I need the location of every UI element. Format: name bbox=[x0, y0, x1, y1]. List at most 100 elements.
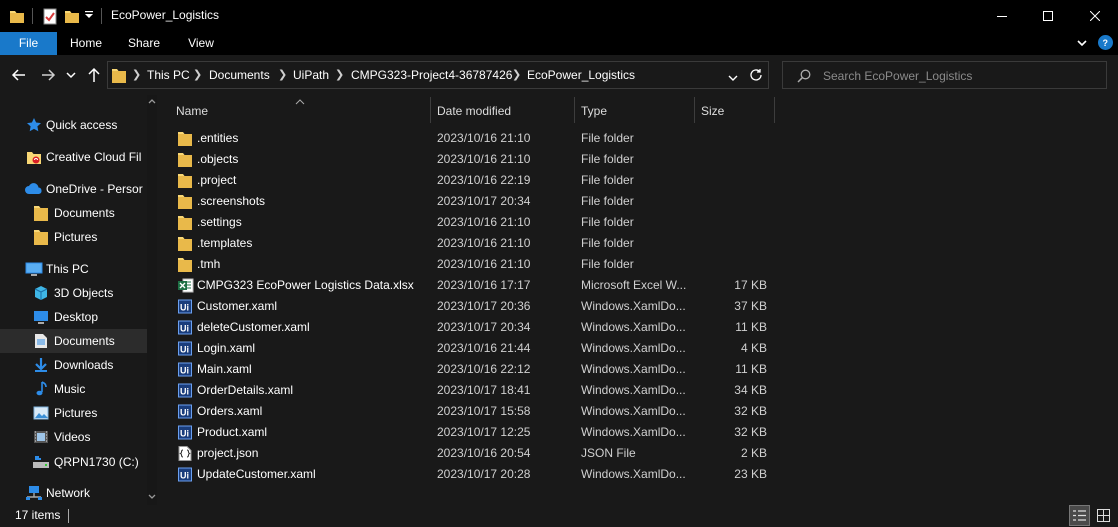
tab-share[interactable]: Share bbox=[115, 32, 173, 55]
customize-quick-access-icon[interactable] bbox=[84, 9, 94, 27]
sidebar-item-videos[interactable]: Videos bbox=[0, 425, 157, 449]
sidebar-item-label: Documents bbox=[54, 334, 115, 348]
file-type: Windows.XamlDo... bbox=[581, 467, 686, 481]
close-button[interactable] bbox=[1072, 0, 1118, 32]
chevron-right-icon[interactable]: ❯ bbox=[335, 68, 344, 81]
file-row[interactable]: Ui UpdateCustomer.xaml 2023/10/17 20:28 Win… bbox=[168, 464, 776, 485]
search-icon bbox=[797, 69, 811, 86]
file-type: Microsoft Excel W... bbox=[581, 278, 687, 292]
file-row[interactable]: Ui Product.xaml 2023/10/17 12:25 Windows.Xa… bbox=[168, 422, 776, 443]
sidebar-item-music[interactable]: Music bbox=[0, 377, 157, 401]
file-row[interactable]: .tmh 2023/10/16 21:10 File folder bbox=[168, 254, 776, 275]
uipath-icon: Ui bbox=[178, 299, 192, 314]
tab-file[interactable]: File bbox=[0, 32, 57, 55]
refresh-icon[interactable] bbox=[749, 68, 763, 85]
sidebar-item-label: Creative Cloud Fil bbox=[46, 150, 142, 164]
sidebar-item-quick-access[interactable]: Quick access bbox=[0, 113, 157, 137]
tab-home[interactable]: Home bbox=[57, 32, 115, 55]
sidebar-scrollbar[interactable] bbox=[147, 95, 157, 505]
file-name: project.json bbox=[197, 446, 259, 460]
breadcrumb-project[interactable]: CMPG323-Project4-36787426 bbox=[351, 68, 512, 82]
sidebar-item-onedrive-documents[interactable]: Documents bbox=[0, 201, 157, 225]
file-row[interactable]: Ui OrderDetails.xaml 2023/10/17 18:41 Windo… bbox=[168, 380, 776, 401]
file-row[interactable]: Ui Customer.xaml 2023/10/17 20:36 Windows.X… bbox=[168, 296, 776, 317]
folder-icon bbox=[9, 7, 25, 25]
sidebar-item-label: Pictures bbox=[54, 406, 98, 420]
column-header-date[interactable]: Date modified bbox=[431, 95, 575, 125]
breadcrumb-current[interactable]: EcoPower_Logistics bbox=[527, 68, 635, 82]
sidebar-item-documents[interactable]: Documents bbox=[0, 329, 157, 353]
cloud-icon bbox=[24, 181, 44, 197]
file-row[interactable]: .settings 2023/10/16 21:10 File folder bbox=[168, 212, 776, 233]
sidebar-item-this-pc[interactable]: This PC bbox=[0, 257, 157, 281]
breadcrumb-documents[interactable]: Documents bbox=[209, 68, 270, 82]
file-date-modified: 2023/10/17 20:28 bbox=[437, 467, 531, 481]
file-row[interactable]: CMPG323 EcoPower Logistics Data.xlsx 2023… bbox=[168, 275, 776, 296]
chevron-right-icon[interactable]: ❯ bbox=[132, 68, 141, 81]
file-row[interactable]: .entities 2023/10/16 21:10 File folder bbox=[168, 128, 776, 149]
up-button[interactable] bbox=[84, 65, 104, 85]
chevron-right-icon[interactable]: ❯ bbox=[193, 68, 202, 81]
file-row[interactable]: project.json 2023/10/16 20:54 JSON File 2 K… bbox=[168, 443, 776, 464]
search-input[interactable]: Search EcoPower_Logistics bbox=[823, 69, 972, 83]
back-button[interactable] bbox=[9, 65, 29, 85]
forward-button[interactable] bbox=[38, 65, 58, 85]
file-size: 37 KB bbox=[734, 299, 767, 313]
breadcrumb-uipath[interactable]: UiPath bbox=[293, 68, 329, 82]
help-icon[interactable]: ? bbox=[1098, 35, 1113, 50]
file-type: Windows.XamlDo... bbox=[581, 425, 686, 439]
sidebar-item-desktop[interactable]: Desktop bbox=[0, 305, 157, 329]
file-row[interactable]: Ui Login.xaml 2023/10/16 21:44 Windows.Xaml… bbox=[168, 338, 776, 359]
address-dropdown-icon[interactable] bbox=[728, 71, 738, 85]
sidebar-item-3d-objects[interactable]: 3D Objects bbox=[0, 281, 157, 305]
column-header-label: Date modified bbox=[437, 104, 512, 118]
search-box[interactable]: Search EcoPower_Logistics bbox=[782, 61, 1107, 89]
sidebar-item-onedrive[interactable]: OneDrive - Persor bbox=[0, 177, 157, 201]
file-row[interactable]: .templates 2023/10/16 21:10 File folder bbox=[168, 233, 776, 254]
navigation-bar: ❯ This PC ❯ Documents ❯ UiPath ❯ CMPG323… bbox=[0, 55, 1118, 95]
address-bar[interactable]: ❯ This PC ❯ Documents ❯ UiPath ❯ CMPG323… bbox=[107, 61, 769, 89]
svg-text:Ui: Ui bbox=[180, 324, 189, 334]
file-row[interactable]: .screenshots 2023/10/17 20:34 File folder bbox=[168, 191, 776, 212]
column-header-size[interactable]: Size bbox=[695, 95, 774, 125]
expand-ribbon-icon[interactable] bbox=[1076, 37, 1088, 52]
large-icons-view-button[interactable] bbox=[1093, 505, 1114, 526]
sidebar-item-network[interactable]: Network bbox=[0, 481, 157, 505]
file-row[interactable]: Ui deleteCustomer.xaml 2023/10/17 20:34 Win… bbox=[168, 317, 776, 338]
details-view-icon bbox=[1073, 510, 1086, 521]
column-header-name[interactable]: Name bbox=[168, 95, 430, 125]
sidebar-item-creative-cloud[interactable]: Creative Cloud Fil bbox=[0, 145, 157, 169]
sidebar-item-onedrive-pictures[interactable]: Pictures bbox=[0, 225, 157, 249]
tab-view[interactable]: View bbox=[173, 32, 229, 55]
recent-locations-button[interactable] bbox=[64, 65, 78, 85]
file-row[interactable]: .objects 2023/10/16 21:10 File folder bbox=[168, 149, 776, 170]
file-date-modified: 2023/10/17 18:41 bbox=[437, 383, 531, 397]
chevron-right-icon[interactable]: ❯ bbox=[512, 68, 521, 81]
details-view-button[interactable] bbox=[1069, 505, 1090, 526]
maximize-button[interactable] bbox=[1025, 0, 1071, 32]
new-folder-icon[interactable] bbox=[64, 7, 80, 25]
file-date-modified: 2023/10/17 15:58 bbox=[437, 404, 531, 418]
properties-icon[interactable] bbox=[42, 7, 58, 25]
star-icon bbox=[26, 117, 42, 133]
file-type: Windows.XamlDo... bbox=[581, 299, 686, 313]
file-name: .entities bbox=[197, 131, 239, 145]
chevron-right-icon[interactable]: ❯ bbox=[278, 68, 287, 81]
minimize-button[interactable] bbox=[979, 0, 1025, 32]
file-name: deleteCustomer.xaml bbox=[197, 320, 310, 334]
file-date-modified: 2023/10/16 21:10 bbox=[437, 152, 531, 166]
file-row[interactable]: Ui Orders.xaml 2023/10/17 15:58 Windows.Xam… bbox=[168, 401, 776, 422]
sidebar-item-downloads[interactable]: Downloads bbox=[0, 353, 157, 377]
sidebar-item-drive-c[interactable]: QRPN1730 (C:) bbox=[0, 450, 157, 474]
uipath-icon: Ui bbox=[178, 320, 192, 335]
sidebar-item-pictures[interactable]: Pictures bbox=[0, 401, 157, 425]
breadcrumb-this-pc[interactable]: This PC bbox=[147, 68, 190, 82]
file-date-modified: 2023/10/16 21:10 bbox=[437, 236, 531, 250]
sidebar-item-label: Desktop bbox=[54, 310, 99, 324]
file-type: Windows.XamlDo... bbox=[581, 383, 686, 397]
file-type: Windows.XamlDo... bbox=[581, 362, 686, 376]
folder-icon bbox=[178, 173, 192, 188]
file-row[interactable]: .project 2023/10/16 22:19 File folder bbox=[168, 170, 776, 191]
file-row[interactable]: Ui Main.xaml 2023/10/16 22:12 Windows.XamlD… bbox=[168, 359, 776, 380]
column-header-type[interactable]: Type bbox=[575, 95, 694, 125]
